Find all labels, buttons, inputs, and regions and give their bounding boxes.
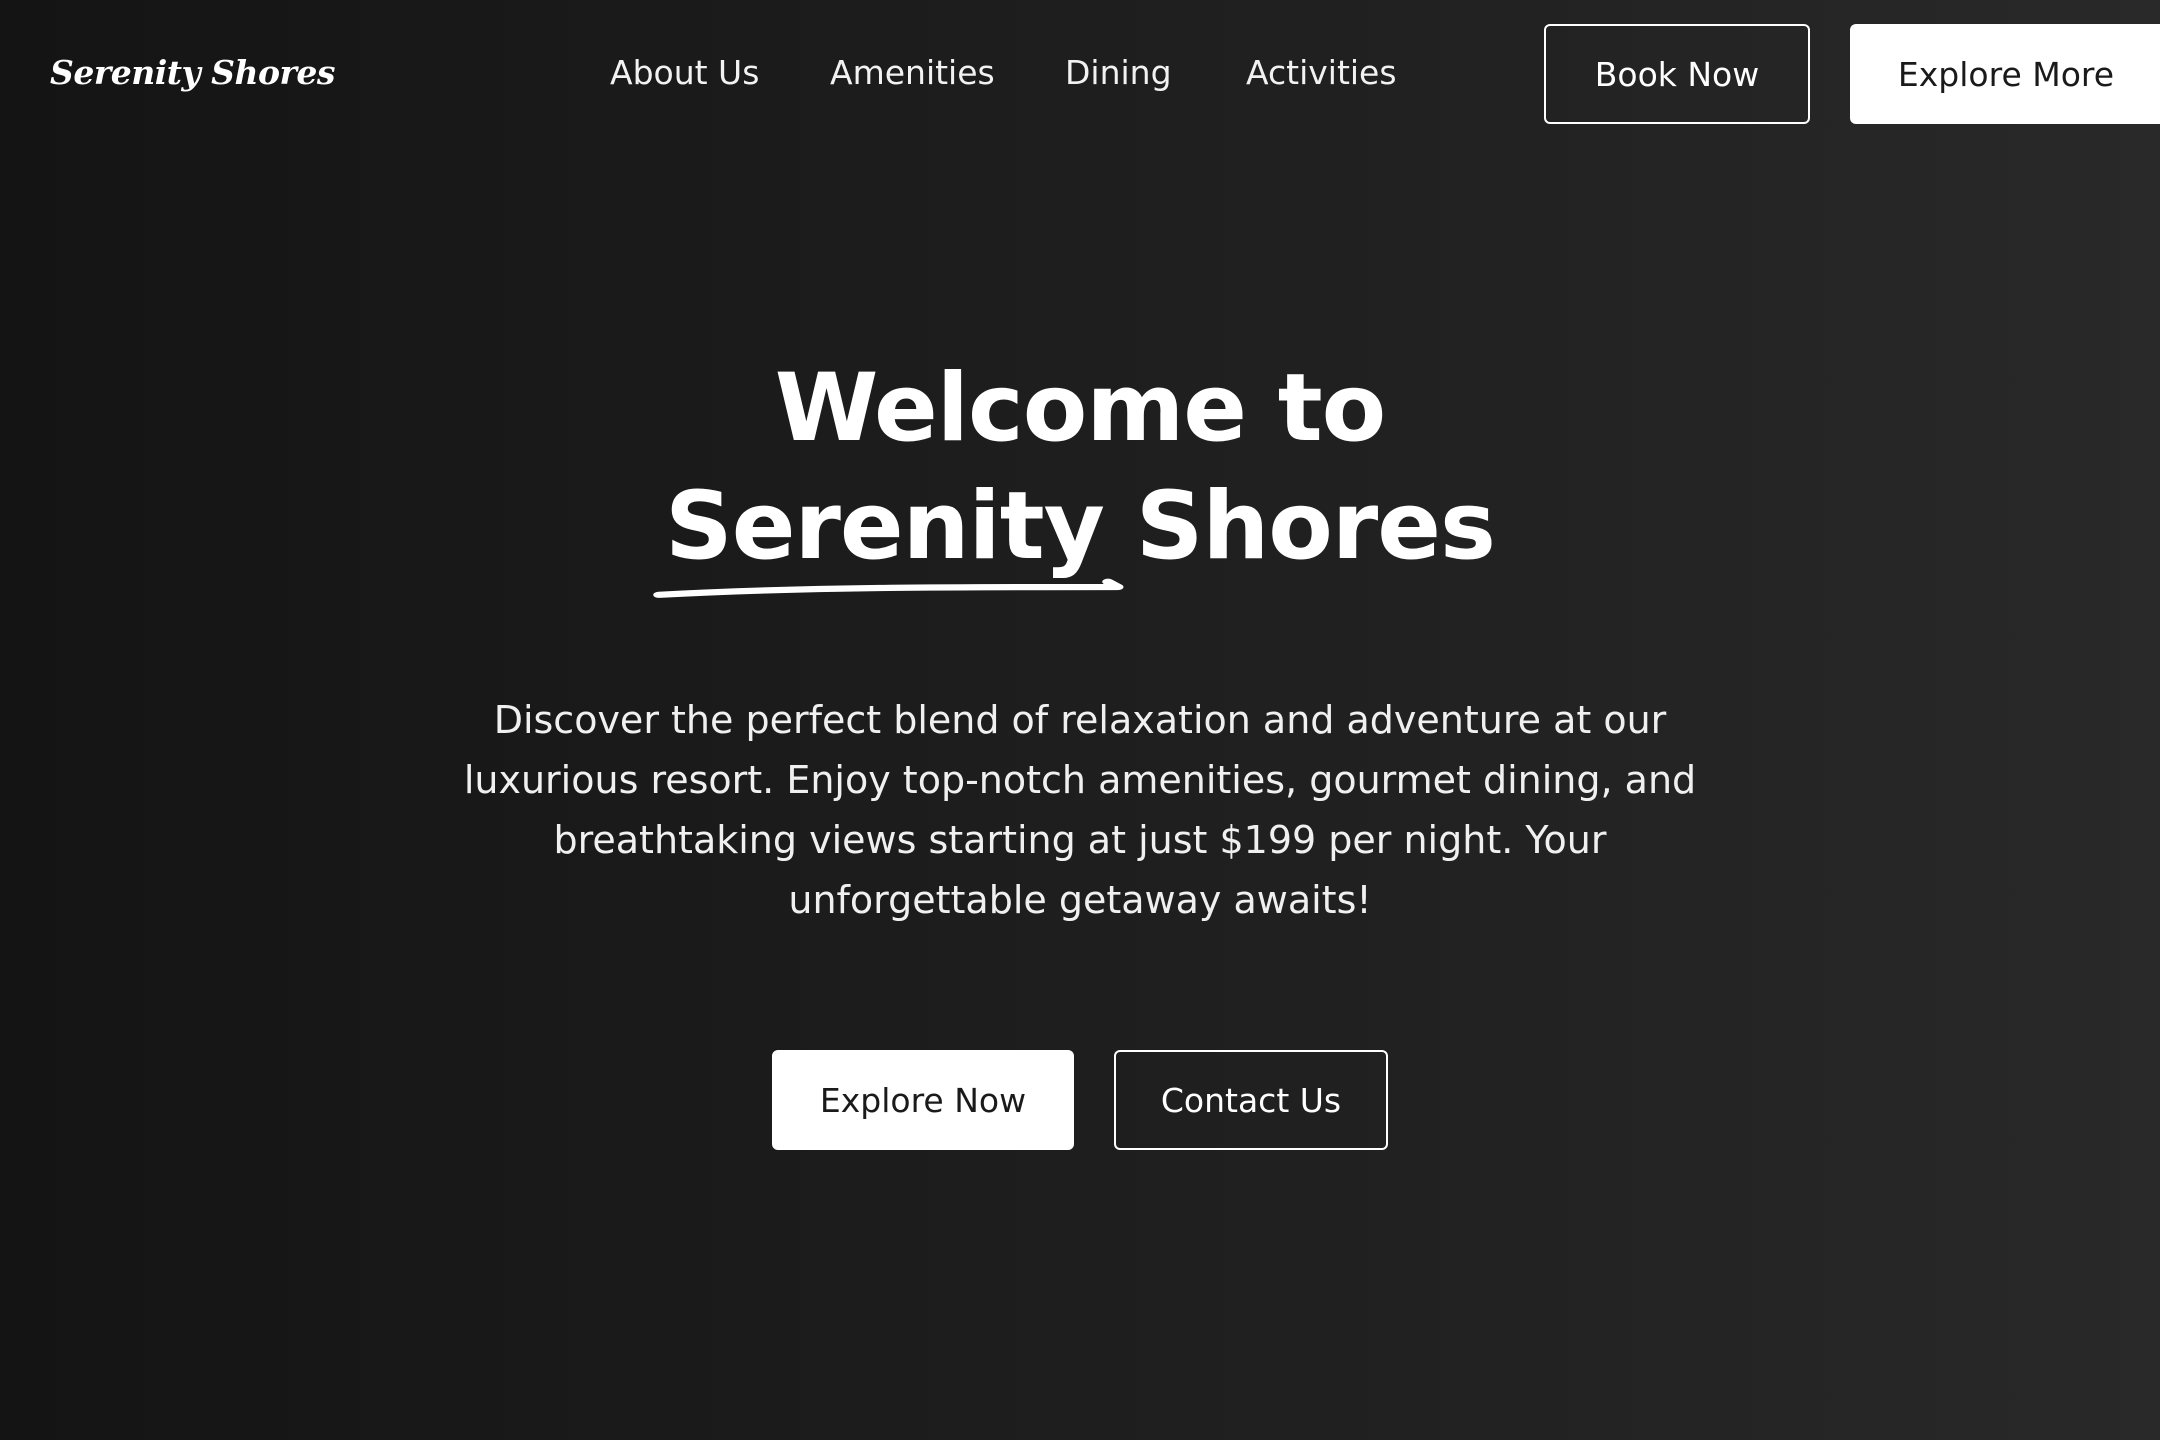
brand-logo[interactable]: Serenity Shores	[50, 50, 335, 96]
explore-now-button[interactable]: Explore Now	[772, 1050, 1074, 1150]
hero-title-line-2: Serenity Shores	[480, 468, 1680, 598]
site-header: Serenity Shores About Us Amenities Dinin…	[0, 0, 2160, 146]
nav-link-dining[interactable]: Dining	[1065, 50, 1172, 96]
hero-title-word-serenity: Serenity	[665, 472, 1105, 581]
hero-description: Discover the perfect blend of relaxation…	[463, 698, 1697, 922]
nav-link-activities[interactable]: Activities	[1246, 50, 1397, 96]
book-now-button[interactable]: Book Now	[1544, 24, 1810, 124]
nav-link-about-us[interactable]: About Us	[610, 50, 759, 96]
contact-us-button[interactable]: Contact Us	[1114, 1050, 1388, 1150]
hand-drawn-underline-icon	[653, 578, 1124, 598]
hero-title: Welcome to Serenity Shores	[480, 350, 1680, 598]
hero-title-line-1: Welcome to	[774, 354, 1387, 463]
hero-title-highlight-word: Serenity	[653, 468, 1124, 598]
explore-more-button[interactable]: Explore More	[1850, 24, 2160, 124]
hero-title-word-shores: Shores	[1135, 472, 1496, 581]
nav-link-amenities[interactable]: Amenities	[830, 50, 995, 96]
